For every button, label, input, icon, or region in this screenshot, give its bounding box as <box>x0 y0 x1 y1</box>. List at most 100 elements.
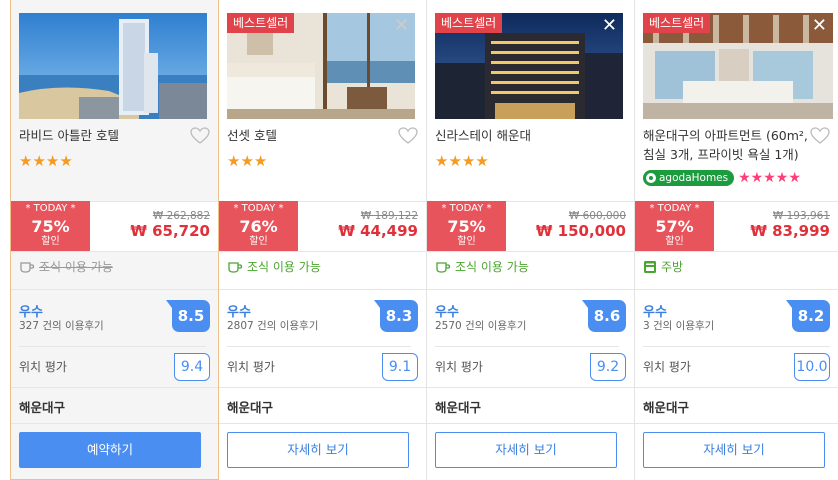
review-score: 8.3 <box>374 300 418 332</box>
hotel-photo[interactable]: 베스트셀러 ✕ <box>643 13 833 119</box>
today-label: * TODAY * <box>441 203 492 214</box>
kitchen-icon <box>644 260 656 273</box>
divider <box>635 251 838 252</box>
sale-price: ₩ 44,499 <box>338 222 418 240</box>
star-rating: ★★★★★ <box>738 170 801 186</box>
hotel-name[interactable]: 해운대구의 아파트먼트 (60m², 침실 3개, 프라이빗 욕실 1개) <box>643 126 811 164</box>
divider <box>11 289 218 290</box>
discount-suffix: 할인 <box>249 236 268 247</box>
details-button[interactable]: 자세히 보기 <box>227 432 409 468</box>
amenity-breakfast: 조식 이용 가능 <box>227 258 321 275</box>
close-icon[interactable]: ✕ <box>602 15 617 37</box>
divider <box>635 387 838 388</box>
close-icon[interactable]: ✕ <box>394 15 409 37</box>
discount-percent: 76% <box>239 217 278 236</box>
review-score: 8.5 <box>166 300 210 332</box>
divider <box>19 346 206 347</box>
amenity-label: 주방 <box>661 260 684 274</box>
star-rating: ★★★★ <box>19 152 73 170</box>
location-label: 위치 평가 <box>643 360 691 374</box>
bestseller-badge: 베스트셀러 <box>227 13 295 33</box>
location-score: 9.1 <box>382 353 418 381</box>
divider <box>427 251 634 252</box>
coffee-cup-icon <box>20 261 35 273</box>
heart-icon[interactable] <box>398 127 418 145</box>
original-price: ₩ 262,882 <box>152 210 210 222</box>
area-name: 해운대구 <box>227 400 274 415</box>
hotel-card-row: 라비드 아틀란 호텔 ★★★★ * TODAY * 75% 할인 ₩ 262,8… <box>0 0 838 480</box>
hotel-photo[interactable]: 베스트셀러 ✕ <box>227 13 415 119</box>
divider <box>427 387 634 388</box>
hotel-name[interactable]: 선셋 호텔 <box>227 126 387 145</box>
hotel-card[interactable]: 라비드 아틀란 호텔 ★★★★ * TODAY * 75% 할인 ₩ 262,8… <box>10 0 219 480</box>
agoda-homes-badge: agodaHomes <box>643 170 735 186</box>
discount-percent: 75% <box>31 217 70 236</box>
review-count[interactable]: 327 건의 이용후기 <box>19 318 104 333</box>
divider <box>635 289 838 290</box>
review-count[interactable]: 2570 건의 이용후기 <box>435 318 526 333</box>
divider <box>635 423 838 424</box>
coffee-cup-icon <box>228 261 243 273</box>
discount-suffix: 할인 <box>457 236 476 247</box>
star-rating: ★★★★ <box>435 152 489 170</box>
amenity-label: 조식 이용 가능 <box>455 260 529 274</box>
divider <box>11 251 218 252</box>
divider <box>219 251 426 252</box>
brand-and-rating: agodaHomes ★★★★★ <box>643 170 801 186</box>
area-name: 해운대구 <box>435 400 482 415</box>
divider <box>427 423 634 424</box>
discount-percent: 75% <box>447 217 486 236</box>
original-price: ₩ 600,000 <box>568 210 626 222</box>
divider <box>11 423 218 424</box>
close-icon[interactable]: ✕ <box>812 15 827 37</box>
sale-price: ₩ 65,720 <box>130 222 210 240</box>
location-label: 위치 평가 <box>435 360 483 374</box>
today-deal-badge: * TODAY * 75% 할인 <box>427 201 506 252</box>
details-button[interactable]: 자세히 보기 <box>435 432 617 468</box>
book-button[interactable]: 예약하기 <box>19 432 201 468</box>
sale-price: ₩ 83,999 <box>750 222 830 240</box>
divider <box>427 289 634 290</box>
heart-icon[interactable] <box>190 127 210 145</box>
location-label: 위치 평가 <box>19 360 67 374</box>
hotel-photo[interactable]: 베스트셀러 ✕ <box>435 13 623 119</box>
hotel-card[interactable]: 베스트셀러 ✕ 해운대구의 아파트먼트 (60m², 침실 3개, 프라이빗 욕… <box>635 0 838 480</box>
bestseller-badge: 베스트셀러 <box>435 13 503 33</box>
review-count[interactable]: 3 건의 이용후기 <box>643 318 714 333</box>
location-score: 10.0 <box>794 353 830 381</box>
divider <box>219 387 426 388</box>
divider <box>643 346 830 347</box>
today-deal-badge: * TODAY * 75% 할인 <box>11 201 90 252</box>
location-score: 9.2 <box>590 353 626 381</box>
divider <box>11 387 218 388</box>
hotel-photo[interactable] <box>19 13 207 119</box>
agoda-logo-icon <box>646 173 656 183</box>
amenity-label: 조식 이용 가능 <box>39 260 113 274</box>
heart-icon[interactable] <box>810 127 830 145</box>
bestseller-badge: 베스트셀러 <box>643 13 711 33</box>
area-name: 해운대구 <box>643 400 690 415</box>
hotel-card[interactable]: 베스트셀러 ✕ 선셋 호텔 ★★★ * TODAY * 76% 할인 ₩ 189… <box>219 0 427 480</box>
location-label: 위치 평가 <box>227 360 275 374</box>
review-count[interactable]: 2807 건의 이용후기 <box>227 318 318 333</box>
amenity-kitchen: 주방 <box>643 258 683 275</box>
divider <box>227 346 411 347</box>
review-score: 8.2 <box>786 300 830 332</box>
divider <box>219 289 426 290</box>
today-label: * TODAY * <box>649 203 700 214</box>
discount-suffix: 할인 <box>665 236 684 247</box>
hotel-name[interactable]: 신라스테이 해운대 <box>435 126 595 145</box>
discount-suffix: 할인 <box>41 236 60 247</box>
amenity-breakfast: 조식 이용 가능 <box>19 258 113 275</box>
original-price: ₩ 189,122 <box>360 210 418 222</box>
details-button[interactable]: 자세히 보기 <box>643 432 825 468</box>
discount-percent: 57% <box>655 217 694 236</box>
divider <box>219 423 426 424</box>
coffee-cup-icon <box>436 261 451 273</box>
today-label: * TODAY * <box>233 203 284 214</box>
hotel-name[interactable]: 라비드 아틀란 호텔 <box>19 126 179 145</box>
today-deal-badge: * TODAY * 57% 할인 <box>635 201 714 252</box>
hotel-card[interactable]: 베스트셀러 ✕ 신라스테이 해운대 ★★★★ * TODAY * 75% 할인 … <box>427 0 635 480</box>
divider <box>435 346 619 347</box>
agoda-homes-label: agodaHomes <box>659 172 729 184</box>
